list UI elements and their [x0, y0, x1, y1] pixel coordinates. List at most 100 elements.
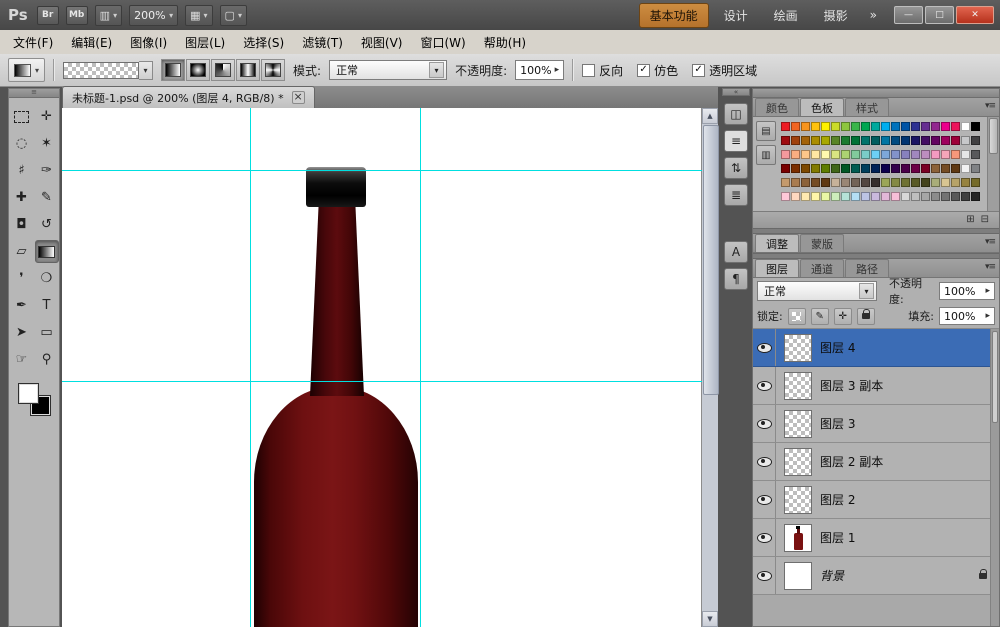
eraser-tool[interactable]: ▱ — [10, 240, 34, 263]
swatch-95[interactable] — [931, 178, 940, 187]
adjustments-panel-menu-icon[interactable]: ▾≡ — [985, 237, 995, 247]
swatch-63[interactable] — [811, 164, 820, 173]
menu-item-帮助(H)[interactable]: 帮助(H) — [475, 30, 535, 55]
screen-mode-dropdown[interactable]: ▢ ▾ — [220, 5, 247, 26]
blur-tool[interactable]: ❜ — [10, 267, 34, 290]
swatch-33[interactable] — [911, 136, 920, 145]
swatch-19[interactable] — [971, 122, 980, 131]
swatch-116[interactable] — [941, 192, 950, 201]
swatch-62[interactable] — [801, 164, 810, 173]
layer-visibility-toggle[interactable] — [753, 329, 776, 366]
swatch-43[interactable] — [811, 150, 820, 159]
tab-路径[interactable]: 路径 — [845, 259, 889, 277]
swatch-75[interactable] — [931, 164, 940, 173]
hand-tool[interactable]: ☞ — [10, 348, 34, 371]
menu-item-视图(V)[interactable]: 视图(V) — [352, 30, 412, 55]
swatch-58[interactable] — [961, 150, 970, 159]
menu-item-文件(F)[interactable]: 文件(F) — [4, 30, 62, 55]
swatch-6[interactable] — [841, 122, 850, 131]
scrollbar-thumb[interactable] — [703, 125, 719, 395]
swatches-scrollbar[interactable] — [987, 117, 999, 211]
swatch-45[interactable] — [831, 150, 840, 159]
layer-visibility-toggle[interactable] — [753, 405, 776, 442]
swatch-65[interactable] — [831, 164, 840, 173]
scrollbar-thumb[interactable] — [989, 118, 998, 154]
move-tool[interactable]: ✛ — [35, 105, 59, 128]
swatch-52[interactable] — [901, 150, 910, 159]
magic-wand-tool[interactable]: ✶ — [35, 132, 59, 155]
layer-row-图层 3 副本[interactable]: 图层 3 副本 — [753, 367, 999, 405]
swatch-114[interactable] — [921, 192, 930, 201]
layer-visibility-toggle[interactable] — [753, 367, 776, 404]
swatch-115[interactable] — [931, 192, 940, 201]
swatch-100[interactable] — [781, 192, 790, 201]
swatch-34[interactable] — [921, 136, 930, 145]
swatch-25[interactable] — [831, 136, 840, 145]
swatch-96[interactable] — [941, 178, 950, 187]
close-tab-icon[interactable]: × — [292, 91, 305, 104]
swatch-7[interactable] — [851, 122, 860, 131]
swatch-39[interactable] — [971, 136, 980, 145]
layers-scrollbar[interactable] — [990, 329, 999, 626]
zoom-tool[interactable]: ⚲ — [35, 348, 59, 371]
menu-item-窗口(W)[interactable]: 窗口(W) — [411, 30, 474, 55]
swatch-89[interactable] — [871, 178, 880, 187]
layer-opacity-input[interactable]: 100% ▸ — [939, 282, 995, 300]
reflected-gradient-button[interactable] — [236, 59, 260, 81]
swatch-84[interactable] — [821, 178, 830, 187]
clone-stamp-tool[interactable]: ◘ — [10, 213, 34, 236]
minibridge-button[interactable]: Mb — [66, 6, 88, 25]
swatch-51[interactable] — [891, 150, 900, 159]
swatch-99[interactable] — [971, 178, 980, 187]
swatch-24[interactable] — [821, 136, 830, 145]
canvas[interactable] — [62, 108, 702, 627]
expand-panels-chevron[interactable]: « — [722, 88, 750, 96]
swatch-21[interactable] — [791, 136, 800, 145]
canvas-vertical-scrollbar[interactable]: ▲ ▼ — [701, 108, 718, 627]
workspace-overflow-chevron[interactable]: » — [866, 8, 881, 22]
vertical-guide-1[interactable] — [250, 108, 251, 627]
dodge-tool[interactable]: ❍ — [35, 267, 59, 290]
swatch-67[interactable] — [851, 164, 860, 173]
swatch-102[interactable] — [801, 192, 810, 201]
layer-row-图层 2[interactable]: 图层 2 — [753, 481, 999, 519]
swatch-111[interactable] — [891, 192, 900, 201]
swatch-68[interactable] — [861, 164, 870, 173]
collapsed-panel-icon-1[interactable]: ◫ — [724, 103, 748, 125]
swatch-98[interactable] — [961, 178, 970, 187]
gradient-sample[interactable] — [63, 62, 139, 79]
layer-thumbnail[interactable] — [784, 410, 812, 438]
swatch-54[interactable] — [921, 150, 930, 159]
layer-thumbnail[interactable] — [784, 524, 812, 552]
swatch-18[interactable] — [961, 122, 970, 131]
layer-visibility-toggle[interactable] — [753, 481, 776, 518]
swatches-panel-menu-icon[interactable]: ▾≡ — [985, 101, 995, 111]
swatch-90[interactable] — [881, 178, 890, 187]
swatch-110[interactable] — [881, 192, 890, 201]
swatch-86[interactable] — [841, 178, 850, 187]
swatch-78[interactable] — [961, 164, 970, 173]
swatch-26[interactable] — [841, 136, 850, 145]
layer-row-图层 4[interactable]: 图层 4 — [753, 329, 999, 367]
crop-tool[interactable]: ♯ — [10, 159, 34, 182]
swatch-16[interactable] — [941, 122, 950, 131]
swatch-83[interactable] — [811, 178, 820, 187]
horizontal-guide-1[interactable] — [62, 170, 702, 171]
layer-thumbnail[interactable] — [784, 562, 812, 590]
foreground-color-swatch[interactable] — [18, 383, 39, 404]
brush-tool[interactable]: ✎ — [35, 186, 59, 209]
swatch-92[interactable] — [901, 178, 910, 187]
swatch-117[interactable] — [951, 192, 960, 201]
swatch-35[interactable] — [931, 136, 940, 145]
menu-item-编辑(E)[interactable]: 编辑(E) — [62, 30, 121, 55]
menu-item-图像(I)[interactable]: 图像(I) — [121, 30, 176, 55]
lock-image-pixels-button[interactable]: ✎ — [811, 308, 829, 325]
swatch-23[interactable] — [811, 136, 820, 145]
delete-swatch-button[interactable]: ⊟ — [981, 215, 989, 225]
gradient-tool[interactable] — [35, 240, 59, 263]
swatch-13[interactable] — [911, 122, 920, 131]
swatch-106[interactable] — [841, 192, 850, 201]
mode-select[interactable]: 正常 ▾ — [329, 60, 447, 80]
swatch-66[interactable] — [841, 164, 850, 173]
swatch-82[interactable] — [801, 178, 810, 187]
